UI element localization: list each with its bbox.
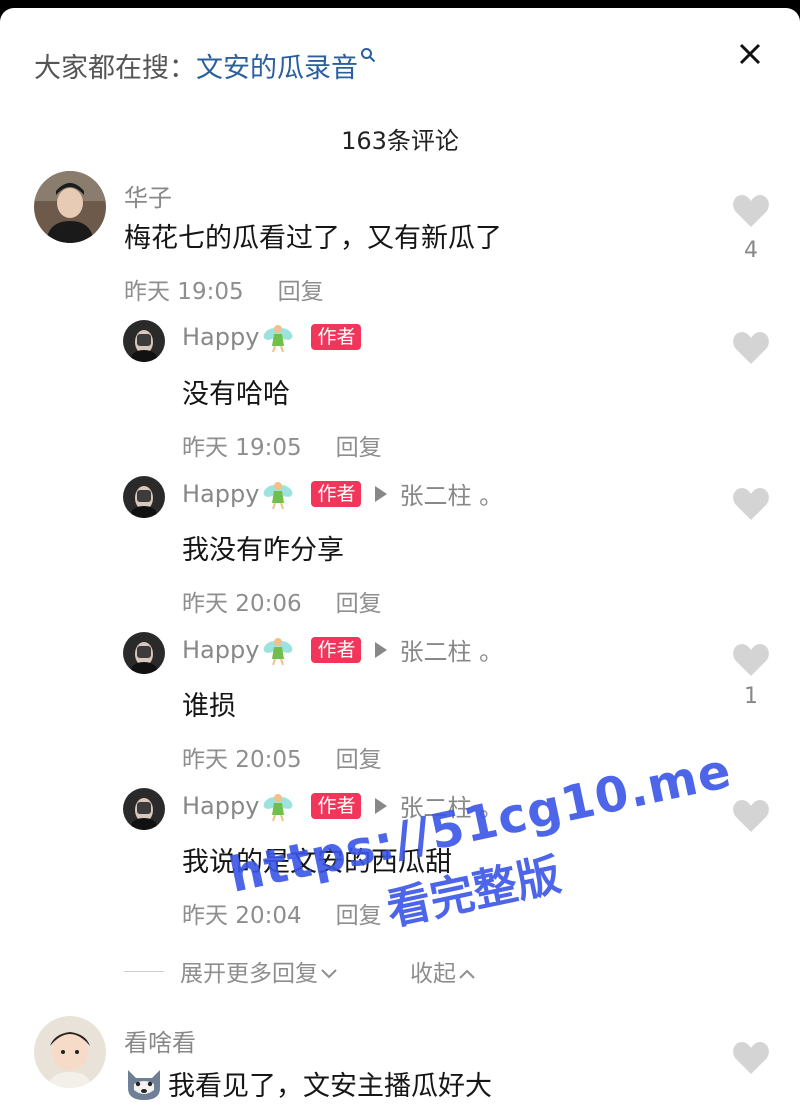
reply-button[interactable]: 回复: [278, 279, 324, 305]
like-icon[interactable]: [732, 487, 770, 521]
like-count: 4: [744, 238, 758, 263]
comment-content: 我看见了，文安主播瓜好大: [124, 1064, 492, 1103]
like-count: 1: [744, 684, 758, 709]
fairy-emoji-icon: [264, 325, 293, 353]
reply-time: 昨天 19:05: [182, 435, 302, 461]
like-icon[interactable]: [732, 799, 770, 833]
reply-username[interactable]: Happy: [182, 323, 259, 351]
avatar[interactable]: [123, 632, 165, 674]
reply-meta: 昨天 20:06 回复: [182, 584, 382, 618]
author-badge: 作者: [311, 324, 362, 350]
close-icon[interactable]: [734, 38, 766, 70]
reply-header: Happy 作者: [182, 320, 362, 354]
fairy-emoji-icon: [264, 793, 293, 821]
fairy-emoji-icon: [264, 481, 293, 509]
thread-divider: [124, 970, 164, 972]
reply-meta: 昨天 19:05 回复: [182, 428, 382, 462]
search-icon: [361, 48, 376, 63]
comment-time: 昨天 19:05: [124, 279, 244, 305]
reply-username[interactable]: Happy: [182, 636, 259, 664]
like-icon[interactable]: [732, 1041, 770, 1075]
trending-search[interactable]: 大家都在搜：文安的瓜录音: [34, 46, 376, 85]
reply-button[interactable]: 回复: [336, 591, 382, 617]
avatar[interactable]: [34, 1016, 106, 1088]
comment-text: 我看见了，文安主播瓜好大: [168, 1071, 492, 1102]
comment-text: 梅花七的瓜看过了，又有新瓜了: [124, 223, 502, 254]
fairy-emoji-icon: [264, 637, 293, 665]
reply-meta: 昨天 20:05 回复: [182, 740, 382, 774]
reply-arrow-icon: [375, 641, 388, 658]
avatar[interactable]: [123, 476, 165, 518]
reply-username[interactable]: Happy: [182, 792, 259, 820]
like-icon[interactable]: [732, 194, 770, 228]
reply-header: Happy 作者 张二柱 。: [182, 476, 503, 511]
author-badge: 作者: [311, 636, 362, 663]
comments-sheet: 大家都在搜：文安的瓜录音 163条评论 华子 梅花七的瓜看过了，又有新瓜了 昨天…: [0, 8, 800, 1107]
comment-username[interactable]: 华子: [124, 178, 172, 213]
reply-username[interactable]: Happy: [182, 480, 259, 508]
reply-header: Happy 作者 张二柱 。: [182, 632, 503, 667]
reply-time: 昨天 20:05: [182, 747, 302, 773]
comment-count: 163条评论: [341, 127, 459, 155]
reply-arrow-icon: [375, 485, 388, 502]
reply-time: 昨天 20:06: [182, 591, 302, 617]
reply-text: 没有哈哈: [182, 379, 290, 410]
author-badge: 作者: [311, 792, 362, 819]
reply-to-username[interactable]: 张二柱 。: [399, 632, 503, 667]
avatar[interactable]: [123, 320, 165, 362]
like-icon[interactable]: [732, 643, 770, 677]
avatar[interactable]: [34, 171, 106, 243]
search-label: 大家都在搜：: [34, 53, 196, 84]
comment-username[interactable]: 看啥看: [124, 1023, 196, 1058]
reply-text: 谁损: [182, 691, 236, 722]
reply-button[interactable]: 回复: [336, 747, 382, 773]
husky-emoji-icon: [128, 1069, 160, 1100]
search-term-link[interactable]: 文安的瓜录音: [196, 53, 358, 84]
author-badge: 作者: [311, 480, 362, 507]
like-icon[interactable]: [732, 331, 770, 365]
avatar[interactable]: [123, 788, 165, 830]
reply-arrow-icon: [375, 797, 388, 814]
reply-to-username[interactable]: 张二柱 。: [399, 476, 503, 511]
reply-text: 我没有咋分享: [182, 535, 344, 566]
comment-meta: 昨天 19:05 回复: [124, 272, 324, 306]
reply-button[interactable]: 回复: [336, 435, 382, 461]
